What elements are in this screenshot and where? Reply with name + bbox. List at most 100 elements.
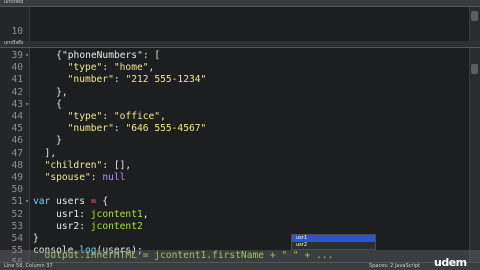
fold-arrow-icon[interactable]: ▾ (24, 99, 30, 111)
line-code: } (33, 135, 62, 147)
code-token: : (102, 111, 114, 122)
code-line[interactable]: 46 } (0, 135, 469, 147)
line-code: "type": "home", (33, 62, 155, 74)
top-pane-tab-label: untitled (4, 0, 24, 5)
top-scrollbar[interactable] (469, 7, 480, 41)
code-token: : (113, 74, 126, 86)
code-line[interactable]: 51 ▾ var users = { (0, 196, 469, 208)
code-token: "number" (33, 123, 114, 135)
top-pane-tab[interactable]: untitled (0, 0, 480, 7)
code-token: usr1: (33, 208, 91, 220)
line-number: 49 (11, 172, 23, 183)
autocomplete-item-selected[interactable]: usr1 (292, 235, 375, 242)
fold-arrow-icon[interactable]: ▾ (24, 196, 30, 208)
autocomplete-popup[interactable]: usr1 usr2 (291, 234, 376, 250)
line-code: "number": "212 555-1234" (33, 74, 207, 86)
code-token: , (160, 111, 166, 122)
code-token: : (102, 62, 114, 74)
code-line[interactable]: 53 usr2: jcontent2 (0, 221, 469, 233)
status-left: Line 58, Column 37 (4, 263, 53, 269)
code-token: : [], (102, 159, 132, 171)
line-code: usr1: jcontent1, (33, 208, 149, 221)
top-scroll-thumb[interactable] (471, 11, 478, 21)
line-number: 41 (11, 74, 23, 86)
code-token: } (33, 135, 62, 147)
code-line[interactable]: 54} (0, 233, 469, 245)
line-number: 43 (11, 98, 23, 110)
faded-line-code: output.innerHTML = jcontent1.firstName +… (33, 250, 334, 261)
code-token: jcontent1 (90, 208, 143, 220)
code-token: { (33, 98, 62, 110)
code-token: "home" (113, 62, 149, 74)
main-scroll-thumb[interactable] (471, 64, 478, 74)
line-code: "children": [], (33, 159, 132, 172)
code-token: ], (33, 147, 57, 159)
line-number: 44 (11, 111, 23, 122)
autocomplete-item-label: usr2 (296, 242, 308, 248)
code-token: "212 555-1234" (125, 74, 207, 86)
line-code: ], (33, 147, 57, 160)
line-code: usr2: jcontent2 (33, 221, 143, 233)
editor-main-pane[interactable]: untitled "phoneNumbers": [ 39 ▾ {40 "type… (0, 41, 480, 268)
code-token: usr2: (33, 220, 91, 232)
code-line[interactable]: 44 "type": "office", (0, 111, 469, 123)
code-token: : (113, 123, 126, 135)
code-line[interactable]: 42 }, (0, 87, 469, 99)
line-code: var users = { (33, 196, 108, 208)
line-number: 54 (11, 233, 23, 244)
autocomplete-item-label: usr1 (296, 235, 308, 241)
line-code: "number": "646 555-4567" (33, 123, 207, 135)
code-line[interactable]: 41 "number": "212 555-1234" (0, 74, 469, 86)
udemy-logo: udem (434, 256, 467, 269)
code-token: users (50, 196, 91, 208)
line-number: 52 (11, 208, 23, 220)
line-number: 50 (11, 184, 23, 196)
code-token: { (33, 50, 62, 61)
line-number: 47 (11, 147, 23, 159)
line-code: } (33, 233, 39, 245)
line-number: 51 (11, 196, 23, 208)
code-token: "spouse" (33, 172, 91, 183)
line-number: 46 (11, 135, 23, 147)
code-token: } (33, 233, 39, 244)
code-token: { (96, 196, 109, 208)
code-line[interactable]: 48 "children": [], (0, 160, 469, 172)
code-line[interactable]: 39 ▾ { (0, 50, 469, 62)
code-line[interactable]: 47 ], (0, 148, 469, 160)
line-number: 39 (11, 50, 23, 61)
code-token: jcontent2 (90, 220, 143, 232)
partial-code-line[interactable]: "phoneNumbers": [ (0, 41, 469, 61)
code-line[interactable]: 40 "type": "home", (0, 62, 469, 74)
code-token: "646 555-4567" (125, 123, 207, 135)
code-token: }, (33, 86, 68, 98)
code-token: "children" (33, 159, 103, 171)
main-scrollbar[interactable] (469, 48, 480, 268)
code-token: , (142, 208, 149, 220)
code-token: : (90, 172, 103, 183)
line-number: 45 (11, 123, 23, 135)
code-line[interactable]: 43 ▾ { (0, 99, 469, 111)
line-code: { (33, 99, 62, 111)
line-code: { (33, 50, 62, 62)
autocomplete-item[interactable]: usr2 (292, 242, 375, 249)
status-right: Spaces: 2 JavaScript (369, 263, 420, 269)
line-number: 48 (11, 159, 23, 171)
code-line[interactable]: 50 (0, 184, 469, 196)
code-token: "type" (33, 111, 103, 122)
code-token: null (102, 172, 126, 183)
line-code: }, (33, 87, 68, 99)
code-token: var (33, 196, 51, 208)
code-line[interactable]: 45 "number": "646 555-4567" (0, 123, 469, 135)
line-code: "spouse": null (33, 172, 126, 184)
line-number: 53 (11, 220, 23, 232)
code-line[interactable]: 10 (0, 14, 469, 37)
editor-top-pane[interactable]: untitled 10 11 (0, 0, 480, 41)
line-number: 40 (11, 62, 23, 74)
fold-arrow-icon[interactable]: ▾ (24, 50, 30, 62)
code-token: "number" (33, 74, 114, 86)
code-line[interactable]: 11 (0, 27, 469, 41)
code-token: "office" (113, 111, 161, 122)
code-line[interactable]: 49 "spouse": null (0, 172, 469, 184)
code-token: , (148, 62, 155, 74)
code-line[interactable]: 52 usr1: jcontent1, (0, 209, 469, 221)
